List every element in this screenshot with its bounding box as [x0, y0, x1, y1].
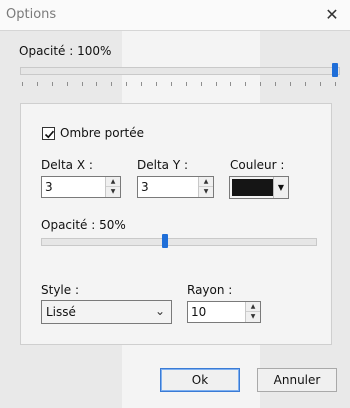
shadow-opacity-slider-thumb[interactable]	[162, 234, 168, 248]
delta-x-down-button[interactable]: ▼	[106, 187, 120, 197]
radius-value: 10	[191, 305, 207, 319]
radius-down-button[interactable]: ▼	[246, 312, 260, 322]
delta-x-value: 3	[45, 180, 53, 194]
color-label: Couleur :	[230, 158, 285, 172]
close-icon[interactable]: ✕	[322, 5, 342, 25]
delta-x-stepper[interactable]: 3 ▲ ▼	[41, 176, 121, 198]
color-picker[interactable]: ▼	[229, 176, 289, 199]
radius-stepper[interactable]: 10 ▲ ▼	[187, 301, 261, 323]
shadow-label: Ombre portée	[60, 126, 144, 140]
delta-y-label: Delta Y :	[137, 158, 189, 172]
chevron-down-icon: ⌄	[154, 304, 165, 318]
shadow-checkbox[interactable]	[42, 127, 55, 140]
color-dropdown-arrow-icon[interactable]: ▼	[273, 177, 288, 198]
delta-y-down-button[interactable]: ▼	[199, 187, 213, 197]
title-bar: Options ✕	[0, 0, 350, 31]
ok-button[interactable]: Ok	[160, 368, 240, 392]
shadow-opacity-slider[interactable]	[41, 238, 317, 246]
window-title: Options	[6, 7, 57, 22]
opacity-slider[interactable]	[20, 67, 340, 75]
style-label: Style :	[41, 283, 79, 297]
radius-label: Rayon :	[187, 283, 233, 297]
opacity-slider-thumb[interactable]	[332, 63, 338, 77]
style-select[interactable]: Lissé ⌄	[41, 300, 172, 324]
delta-x-label: Delta X :	[41, 158, 93, 172]
opacity-slider-ticks	[22, 82, 336, 88]
delta-y-stepper[interactable]: 3 ▲ ▼	[137, 176, 214, 198]
delta-y-value: 3	[141, 180, 149, 194]
checkmark-icon	[44, 130, 55, 139]
color-swatch	[232, 179, 274, 196]
delta-x-up-button[interactable]: ▲	[106, 177, 120, 187]
radius-up-button[interactable]: ▲	[246, 302, 260, 312]
opacity-label: Opacité : 100%	[19, 44, 112, 58]
shadow-opacity-label: Opacité : 50%	[41, 218, 126, 232]
delta-y-up-button[interactable]: ▲	[199, 177, 213, 187]
style-value: Lissé	[46, 305, 76, 319]
cancel-button[interactable]: Annuler	[257, 368, 337, 392]
